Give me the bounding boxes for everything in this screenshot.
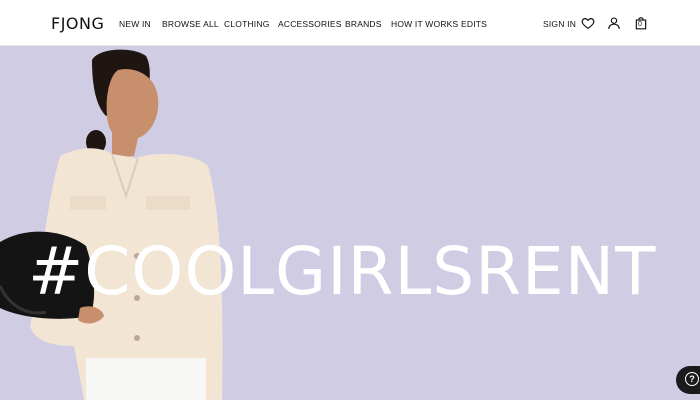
question-icon: ? [685,372,699,386]
nav-new-in[interactable]: NEW IN [119,19,151,29]
nav-brands[interactable]: BRANDS [345,19,382,29]
cart-count: 0 [638,21,642,28]
help-button[interactable]: ? [676,366,700,394]
bag-icon[interactable]: 0 [634,16,648,30]
nav-clothing[interactable]: CLOTHING [224,19,270,29]
model-photo [0,49,223,400]
user-icon[interactable] [607,16,621,30]
nav-edits[interactable]: EDITS [461,19,487,29]
heart-icon[interactable] [581,16,595,30]
hero-headline: #COOLGIRLSRENT [28,233,657,310]
site-header: FJONG NEW IN BROWSE ALL CLOTHING ACCESSO… [0,0,700,46]
nav-how-it-works[interactable]: HOW IT WORKS [391,19,458,29]
logo[interactable]: FJONG [51,14,104,33]
sign-in-link[interactable]: SIGN IN [543,19,576,29]
nav-browse-all[interactable]: BROWSE ALL [162,19,219,29]
hero-banner: #COOLGIRLSRENT [0,46,700,400]
nav-accessories[interactable]: ACCESSORIES [278,19,342,29]
